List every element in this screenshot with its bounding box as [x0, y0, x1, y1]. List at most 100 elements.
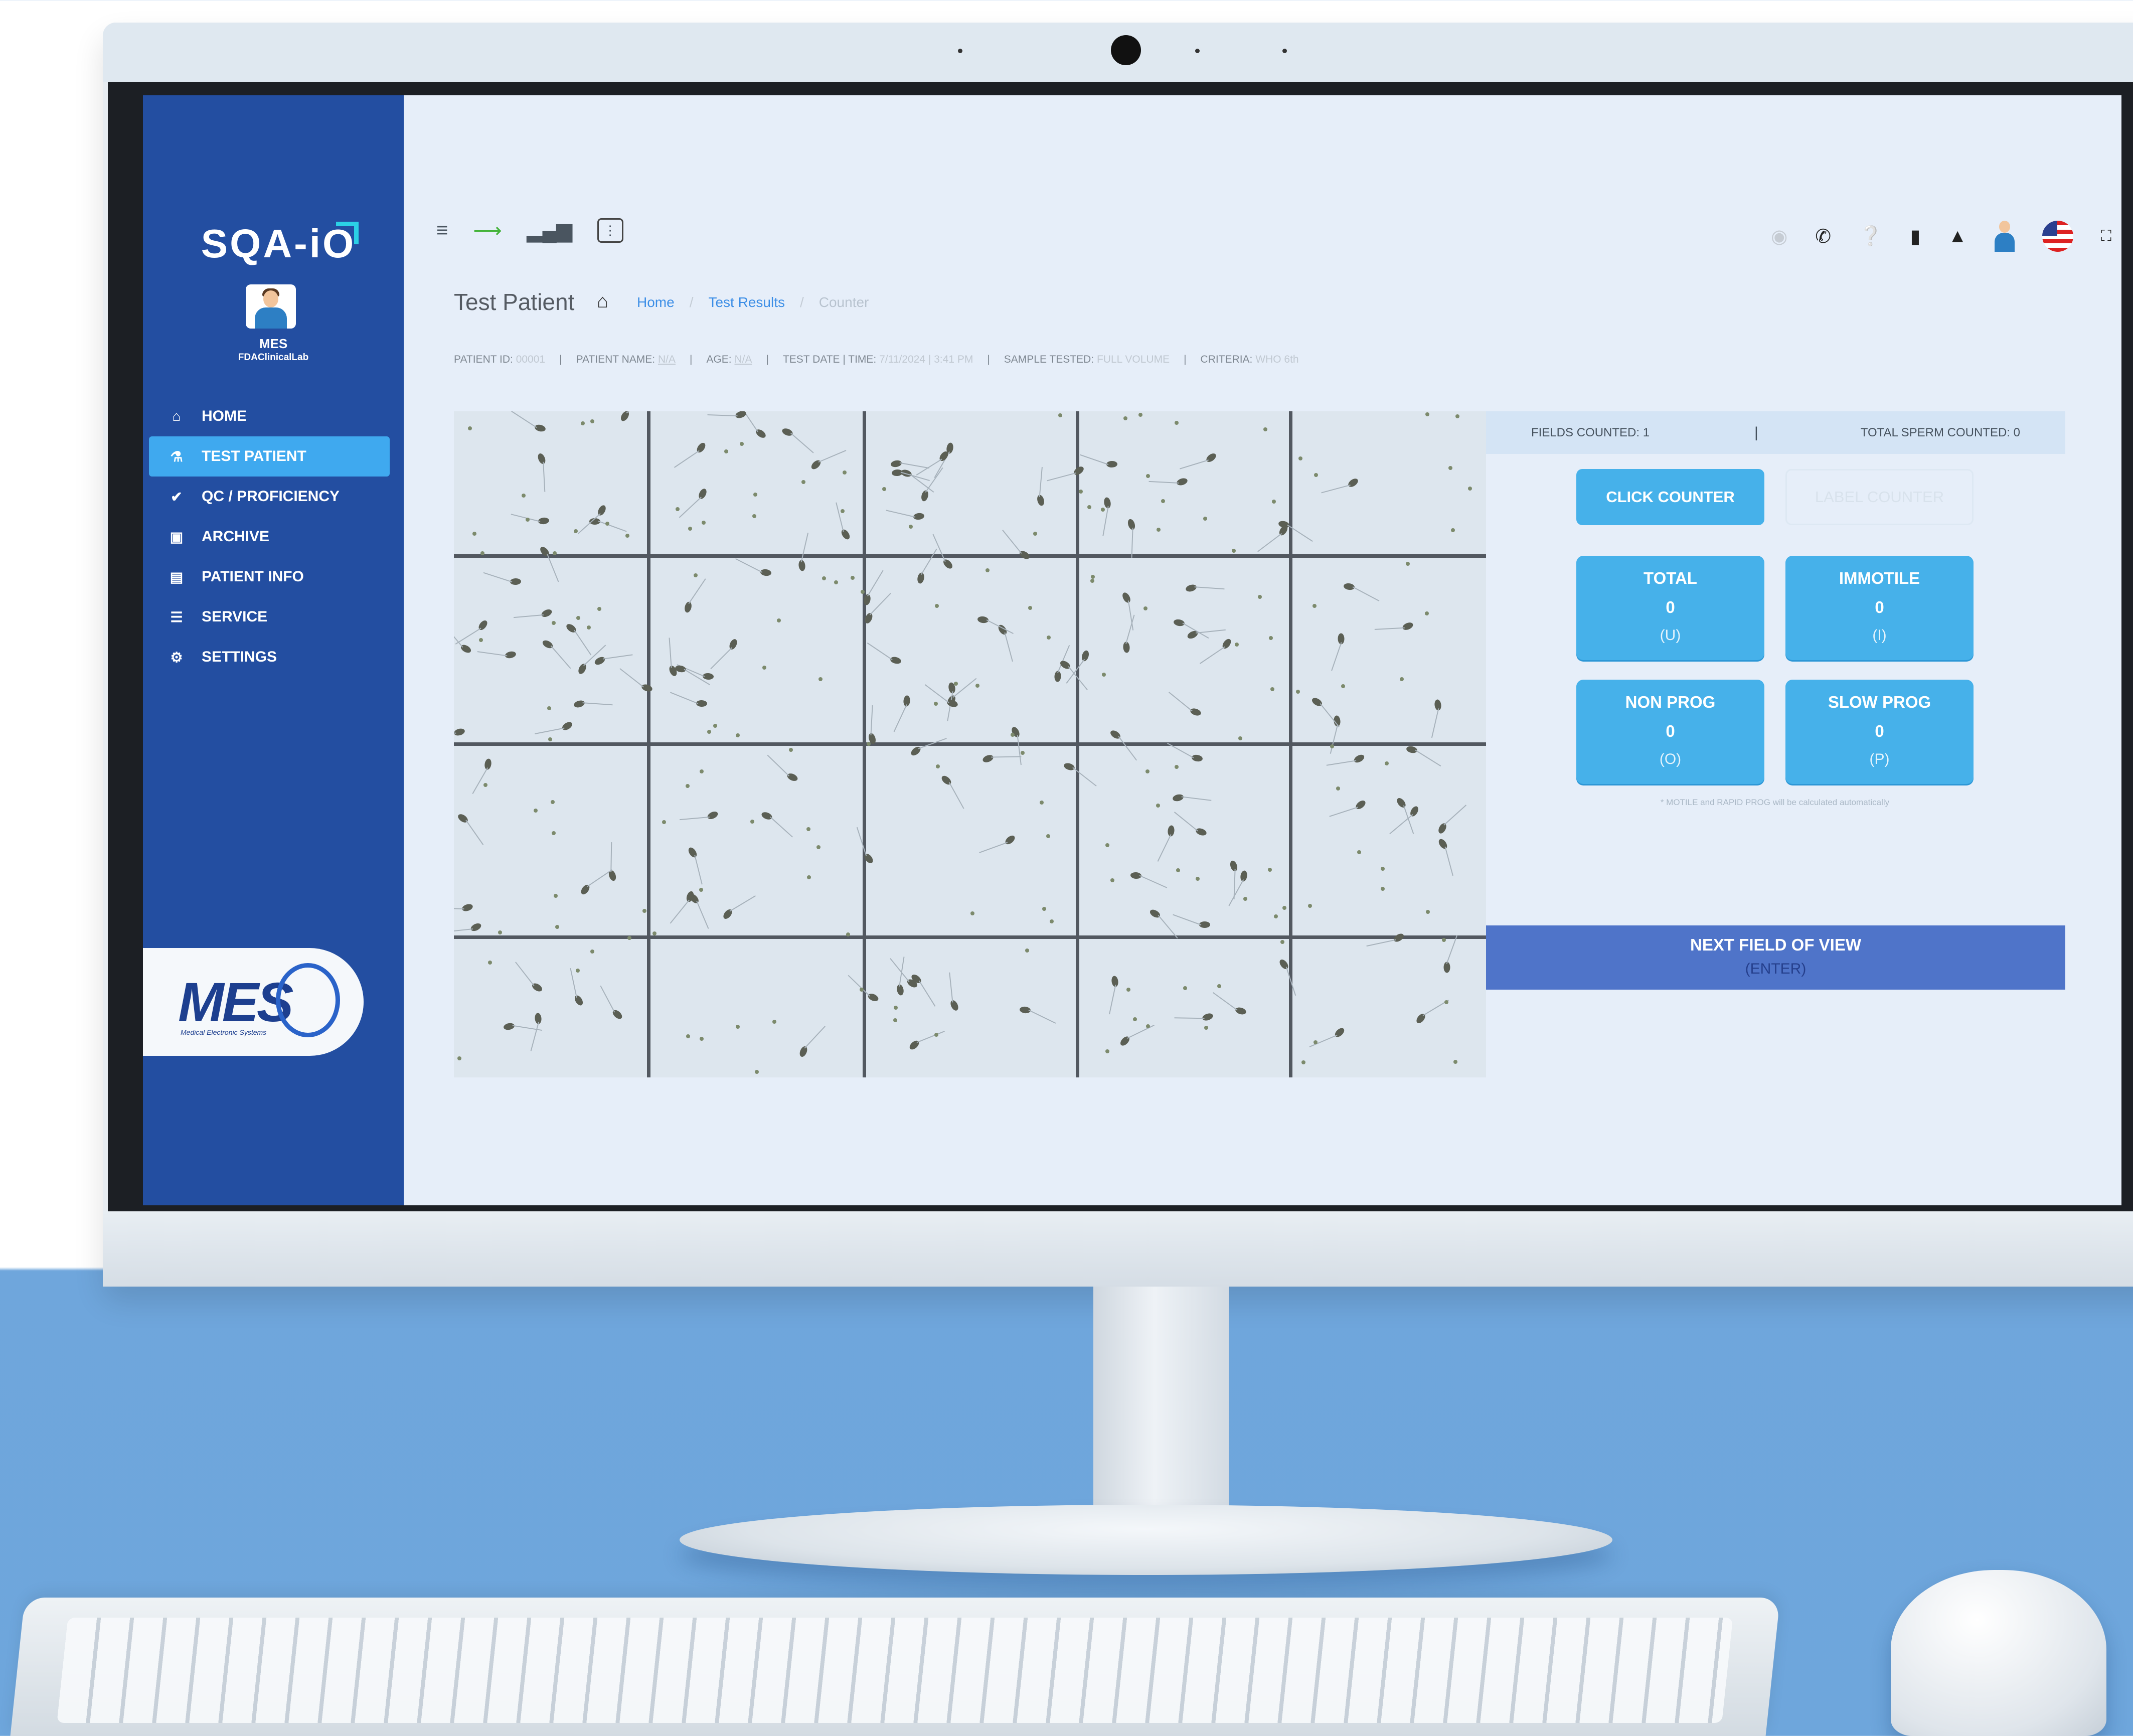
specimen-cell: [538, 517, 550, 525]
specimen-cell: [1118, 1035, 1131, 1047]
debris-particle: [688, 527, 692, 531]
debris-particle: [806, 827, 810, 831]
specimen-cell: [760, 568, 772, 577]
click-counter-button[interactable]: CLICK COUNTER: [1576, 469, 1764, 525]
breadcrumb-home[interactable]: Home: [637, 294, 675, 310]
debris-particle: [935, 604, 939, 608]
next-field-of-view-button[interactable]: NEXT FIELD OF VIEW (ENTER): [1486, 925, 2065, 990]
info-separator: |: [1184, 354, 1187, 365]
specimen-cell: [1229, 860, 1239, 872]
specimen-cell: [687, 846, 699, 859]
debris-particle: [1025, 949, 1029, 953]
archive-icon: ▣: [170, 529, 184, 545]
tile-count: 0: [1875, 722, 1884, 740]
debris-particle: [713, 724, 717, 728]
non-prog-counter-tile[interactable]: NON PROG 0 (O): [1576, 680, 1764, 784]
info-separator: |: [766, 354, 769, 365]
specimen-cell: [459, 643, 472, 655]
specimen-cell: [477, 618, 489, 632]
next-field-shortcut: (ENTER): [1745, 961, 1807, 977]
tile-label: IMMOTILE: [1839, 569, 1920, 587]
debris-particle: [801, 480, 805, 484]
page-title: Test Patient: [454, 289, 575, 315]
home-icon[interactable]: ⌂: [597, 291, 608, 312]
debris-particle: [1090, 579, 1094, 583]
sidebar-item-patient-info[interactable]: ▤ PATIENT INFO: [149, 557, 390, 597]
debris-particle: [1308, 904, 1312, 908]
specimen-cell: [1347, 477, 1360, 489]
specimen-cell: [565, 622, 578, 635]
debris-particle: [724, 449, 728, 453]
specimen-cell: [503, 1022, 516, 1031]
specimen-cell: [920, 490, 930, 502]
debris-particle: [822, 576, 826, 580]
debris-particle: [479, 638, 483, 642]
sidebar-item-label: HOME: [202, 408, 247, 424]
criteria-value: WHO 6th: [1255, 354, 1299, 365]
specimen-cell: [1395, 796, 1407, 810]
menu-icon[interactable]: ≡: [436, 219, 448, 242]
debris-particle: [1314, 473, 1318, 477]
specimen-cell: [1036, 494, 1046, 507]
user-name: MES: [259, 336, 288, 351]
debris-particle: [1204, 1026, 1208, 1030]
specimen-cell: [798, 1045, 809, 1058]
app-screen: SQA-iO MES FDAClinicalLab ⌂ HOME ⚗ TEST …: [143, 95, 2121, 1205]
specimen-cell: [840, 528, 852, 541]
debris-particle: [1385, 761, 1389, 765]
us-flag-icon[interactable]: [2042, 221, 2073, 252]
specimen-cell: [1126, 518, 1136, 531]
bell-icon[interactable]: ▲: [1948, 226, 1967, 247]
specimen-cell: [483, 758, 493, 770]
sidebar-item-qc-proficiency[interactable]: ✔ QC / PROFICIENCY: [149, 477, 390, 517]
device-icon[interactable]: ⋮: [597, 218, 623, 243]
doctor-avatar[interactable]: [1995, 221, 2015, 252]
debris-particle: [1357, 850, 1361, 854]
specimen-cell: [1019, 1006, 1031, 1014]
document-icon[interactable]: ▮: [1910, 225, 1920, 248]
specimen-cell: [940, 774, 953, 786]
specimen-cell: [577, 662, 588, 676]
tile-shortcut: (P): [1869, 751, 1890, 767]
debris-particle: [1243, 897, 1247, 901]
debris-particle: [662, 820, 666, 824]
debris-particle: [676, 507, 680, 511]
immotile-counter-tile[interactable]: IMMOTILE 0 (I): [1785, 556, 1974, 660]
debris-particle: [1123, 416, 1127, 420]
patient-age: AGE: N/A: [706, 354, 752, 366]
check-tag-icon: ✔: [171, 489, 183, 505]
debris-particle: [954, 682, 958, 686]
label-counter-button[interactable]: LABEL COUNTER: [1785, 469, 1974, 525]
total-counter-tile[interactable]: TOTAL 0 (U): [1576, 556, 1764, 660]
debris-particle: [1040, 801, 1044, 805]
help-icon[interactable]: ❔: [1859, 225, 1882, 247]
specimen-cell: [1401, 621, 1414, 632]
specimen-cell: [640, 683, 653, 693]
specimen-cell: [611, 1008, 624, 1021]
specimen-cell: [896, 984, 905, 996]
slow-prog-counter-tile[interactable]: SLOW PROG 0 (P): [1785, 680, 1974, 784]
phone-icon[interactable]: ✆: [1815, 225, 1831, 248]
topbar-left: ≡ ⟶ ▂▄▆ ⋮: [436, 218, 623, 243]
sidebar-item-test-patient[interactable]: ⚗ TEST PATIENT: [149, 436, 390, 477]
user-avatar[interactable]: [246, 284, 296, 329]
debris-particle: [1426, 910, 1430, 914]
sidebar-item-service[interactable]: ☰ SERVICE: [149, 597, 390, 637]
debris-particle: [1156, 804, 1160, 808]
debris-particle: [547, 706, 551, 710]
debris-particle: [1102, 673, 1106, 677]
sidebar-item-archive[interactable]: ▣ ARCHIVE: [149, 517, 390, 557]
microscope-field-view[interactable]: [454, 411, 1486, 1077]
list-icon: ☰: [170, 609, 183, 625]
specimen-cell: [977, 615, 989, 624]
debris-particle: [975, 684, 979, 688]
sidebar-item-settings[interactable]: ⚙ SETTINGS: [149, 637, 390, 677]
debris-particle: [597, 607, 601, 611]
eye-icon[interactable]: ◉: [1771, 225, 1787, 248]
breadcrumb-test-results[interactable]: Test Results: [708, 294, 785, 310]
sidebar-item-home[interactable]: ⌂ HOME: [149, 396, 390, 436]
debris-particle: [1146, 474, 1150, 478]
mouse: [1891, 1570, 2106, 1736]
fullscreen-icon[interactable]: ⛶: [2101, 228, 2111, 245]
specimen-cell: [1018, 549, 1031, 561]
